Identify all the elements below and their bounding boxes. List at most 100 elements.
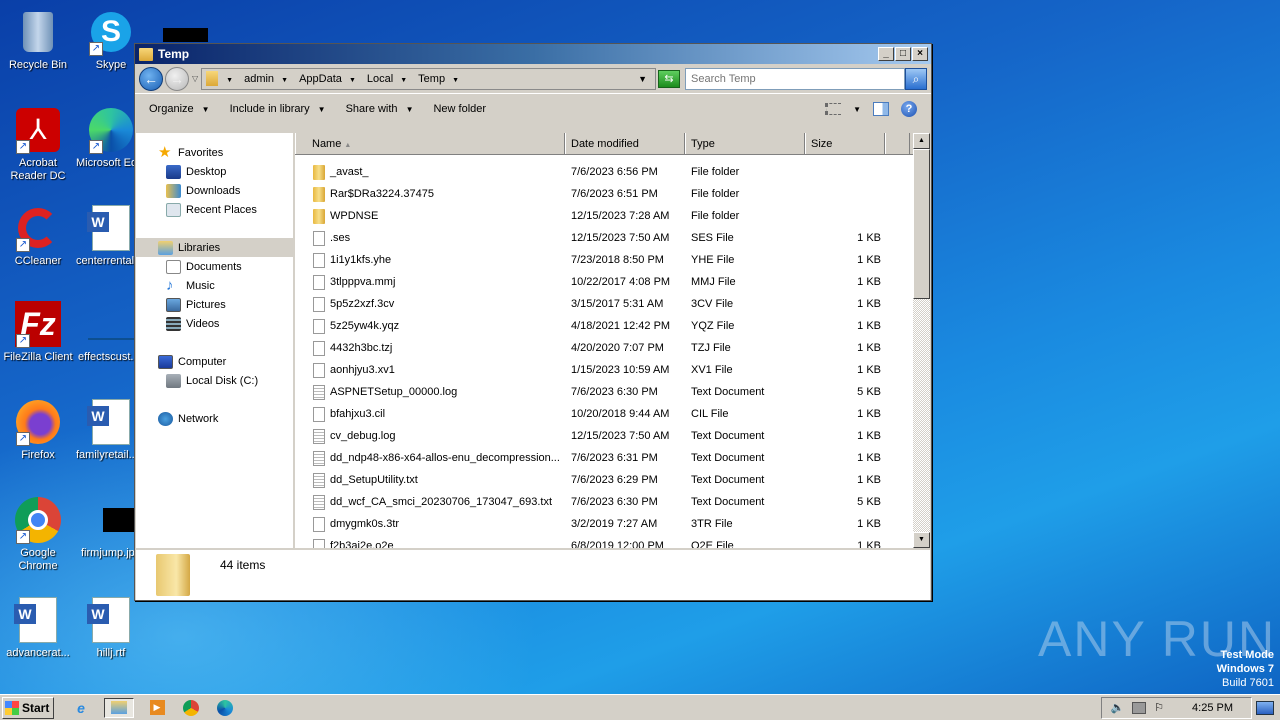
file-icon (313, 362, 325, 378)
desktop-icon-chrome[interactable]: ↗ Google Chrome (0, 496, 76, 573)
file-row[interactable]: .ses 12/15/2023 7:50 AM SES File 1 KB (295, 227, 930, 249)
nav-videos[interactable]: Videos (136, 314, 293, 333)
column-type[interactable]: Type (685, 133, 805, 154)
file-row[interactable]: dd_wcf_CA_smci_20230706_173047_693.txt 7/… (295, 491, 930, 513)
file-row[interactable]: f2b3ai2e.o2e 6/8/2019 12:00 PM O2E File 1 K… (295, 535, 930, 548)
file-date: 12/15/2023 7:28 AM (571, 210, 670, 222)
search-input[interactable] (685, 67, 905, 90)
close-button[interactable]: × (912, 47, 928, 61)
taskbar-media-player[interactable]: ▶ (146, 698, 168, 718)
refresh-button[interactable]: ⇆ (658, 69, 680, 88)
file-row[interactable]: 1i1y1kfs.yhe 7/23/2018 8:50 PM YHE File 1 K… (295, 249, 930, 271)
desktop-icon-filezilla[interactable]: Fz ↗ FileZilla Client (0, 300, 76, 364)
taskbar: Start e ▶ 🔈 ⚐ 4:25 PM (0, 694, 1280, 720)
taskbar-edge[interactable] (214, 698, 236, 718)
help-icon[interactable]: ? (901, 101, 917, 117)
view-options-icon[interactable] (825, 103, 842, 115)
forward-button[interactable]: → (165, 66, 189, 91)
nav-documents[interactable]: Documents (136, 257, 293, 276)
firefox-icon: ↗ (14, 398, 62, 446)
desktop-icon-ccleaner[interactable]: ↗ CCleaner (0, 204, 76, 268)
disk-icon (166, 373, 181, 388)
share-with-button[interactable]: Share with ▼ (346, 103, 414, 115)
nav-favorites[interactable]: ★ Favorites (136, 143, 293, 162)
pictures-icon (166, 297, 181, 312)
file-row[interactable]: 3tlpppva.mmj 10/22/2017 4:08 PM MMJ File 1 … (295, 271, 930, 293)
file-type: O2E File (691, 540, 734, 548)
view-dropdown-icon[interactable]: ▼ (853, 105, 861, 114)
nav-downloads[interactable]: Downloads (136, 181, 293, 200)
minimize-button[interactable]: _ (878, 47, 894, 61)
preview-pane-icon[interactable] (873, 102, 889, 116)
breadcrumb-temp[interactable]: Temp ▼ (418, 73, 464, 85)
breadcrumb-local[interactable]: Local ▼ (367, 73, 412, 85)
file-row[interactable]: Rar$DRa3224.37475 7/6/2023 6:51 PM File fo… (295, 183, 930, 205)
show-desktop-button[interactable] (1256, 700, 1274, 715)
scroll-down-button[interactable]: ▼ (913, 532, 930, 548)
nav-music[interactable]: ♪ Music (136, 276, 293, 295)
desktop-icon-recycle-bin[interactable]: Recycle Bin (0, 8, 76, 72)
start-button[interactable]: Start (2, 696, 54, 719)
include-in-library-button[interactable]: Include in library ▼ (230, 103, 326, 115)
file-icon (313, 296, 325, 312)
file-row[interactable]: 5z25yw4k.yqz 4/18/2021 12:42 PM YQZ File 1 … (295, 315, 930, 337)
file-row[interactable]: _avast_ 7/6/2023 6:56 PM File folder (295, 161, 930, 183)
text-document-icon (313, 450, 325, 466)
history-dropdown-icon[interactable]: ▽ (192, 74, 198, 83)
nav-computer[interactable]: Computer (136, 352, 293, 371)
file-row[interactable]: ASPNETSetup_00000.log 7/6/2023 6:30 PM Tex… (295, 381, 930, 403)
file-row[interactable]: aonhjyu3.xv1 1/15/2023 10:59 AM XV1 File 1 … (295, 359, 930, 381)
breadcrumb-appdata[interactable]: AppData ▼ (299, 73, 361, 85)
text-document-icon (313, 428, 325, 444)
taskbar-explorer[interactable] (104, 697, 134, 718)
new-folder-button[interactable]: New folder (433, 103, 486, 115)
breadcrumb-admin[interactable]: admin ▼ (244, 73, 293, 85)
scroll-up-button[interactable]: ▲ (913, 133, 930, 149)
file-type: Text Document (691, 474, 765, 486)
nav-desktop[interactable]: Desktop (136, 162, 293, 181)
title-bar[interactable]: Temp _ □ × (135, 44, 931, 64)
file-icon (313, 274, 325, 290)
file-row[interactable]: dmygmk0s.3tr 3/2/2019 7:27 AM 3TR File 1 KB (295, 513, 930, 535)
taskbar-chrome[interactable] (180, 698, 202, 718)
file-row[interactable]: WPDNSE 12/15/2023 7:28 AM File folder (295, 205, 930, 227)
file-name: dd_SetupUtility.txt (330, 474, 418, 486)
file-name-cell: bfahjxu3.cil (295, 406, 565, 422)
nav-recent-places[interactable]: Recent Places (136, 200, 293, 219)
file-name-cell: 5z25yw4k.yqz (295, 318, 565, 334)
desktop-icon-advancerat[interactable]: W advancerat... (0, 596, 76, 660)
desktop-icon-hillj[interactable]: W hillj.rtf (73, 596, 149, 660)
nav-libraries[interactable]: Libraries (136, 238, 293, 257)
nav-local-disk[interactable]: Local Disk (C:) (136, 371, 293, 390)
folder-icon (156, 554, 190, 596)
organize-button[interactable]: Organize ▼ (149, 103, 210, 115)
file-row[interactable]: 5p5z2xzf.3cv 3/15/2017 5:31 AM 3CV File 1 K… (295, 293, 930, 315)
search-button[interactable]: ⌕ (905, 67, 927, 90)
address-dropdown-icon[interactable]: ▼ (638, 74, 647, 84)
nav-network[interactable]: Network (136, 409, 293, 428)
desktop-icon-acrobat[interactable]: ⅄ ↗ Acrobat Reader DC (0, 106, 76, 183)
file-row[interactable]: bfahjxu3.cil 10/20/2018 9:44 AM CIL File 1 … (295, 403, 930, 425)
file-type: TZJ File (691, 342, 731, 354)
nav-pictures[interactable]: Pictures (136, 295, 293, 314)
maximize-button[interactable]: □ (895, 47, 911, 61)
taskbar-internet-explorer[interactable]: e (70, 698, 92, 718)
scroll-thumb[interactable] (913, 149, 930, 299)
clock[interactable]: 4:25 PM (1192, 702, 1233, 714)
file-row[interactable]: dd_ndp48-x86-x64-allos-enu_decompression… (295, 447, 930, 469)
desktop-icon-firefox[interactable]: ↗ Firefox (0, 398, 76, 462)
column-size[interactable]: Size (805, 133, 885, 154)
column-date-modified[interactable]: Date modified (565, 133, 685, 154)
file-size: 5 KB (857, 386, 881, 398)
file-row[interactable]: dd_SetupUtility.txt 7/6/2023 6:29 PM Text … (295, 469, 930, 491)
address-bar[interactable]: ▼ admin ▼ AppData ▼ Local ▼ Temp ▼ ▼ (201, 67, 656, 90)
vertical-scrollbar[interactable]: ▲ ▼ (913, 133, 930, 548)
file-row[interactable]: cv_debug.log 12/15/2023 7:50 AM Text Docum… (295, 425, 930, 447)
file-row[interactable]: 4432h3bc.tzj 4/20/2020 7:07 PM TZJ File 1 K… (295, 337, 930, 359)
network-status-icon[interactable] (1132, 701, 1147, 714)
back-button[interactable]: ← (139, 66, 163, 91)
breadcrumb-root[interactable]: ▼ (226, 73, 238, 85)
action-center-flag-icon[interactable]: ⚐ (1154, 701, 1164, 714)
column-name[interactable]: Name ▲ (295, 133, 565, 154)
volume-icon[interactable]: 🔈 (1110, 701, 1124, 714)
